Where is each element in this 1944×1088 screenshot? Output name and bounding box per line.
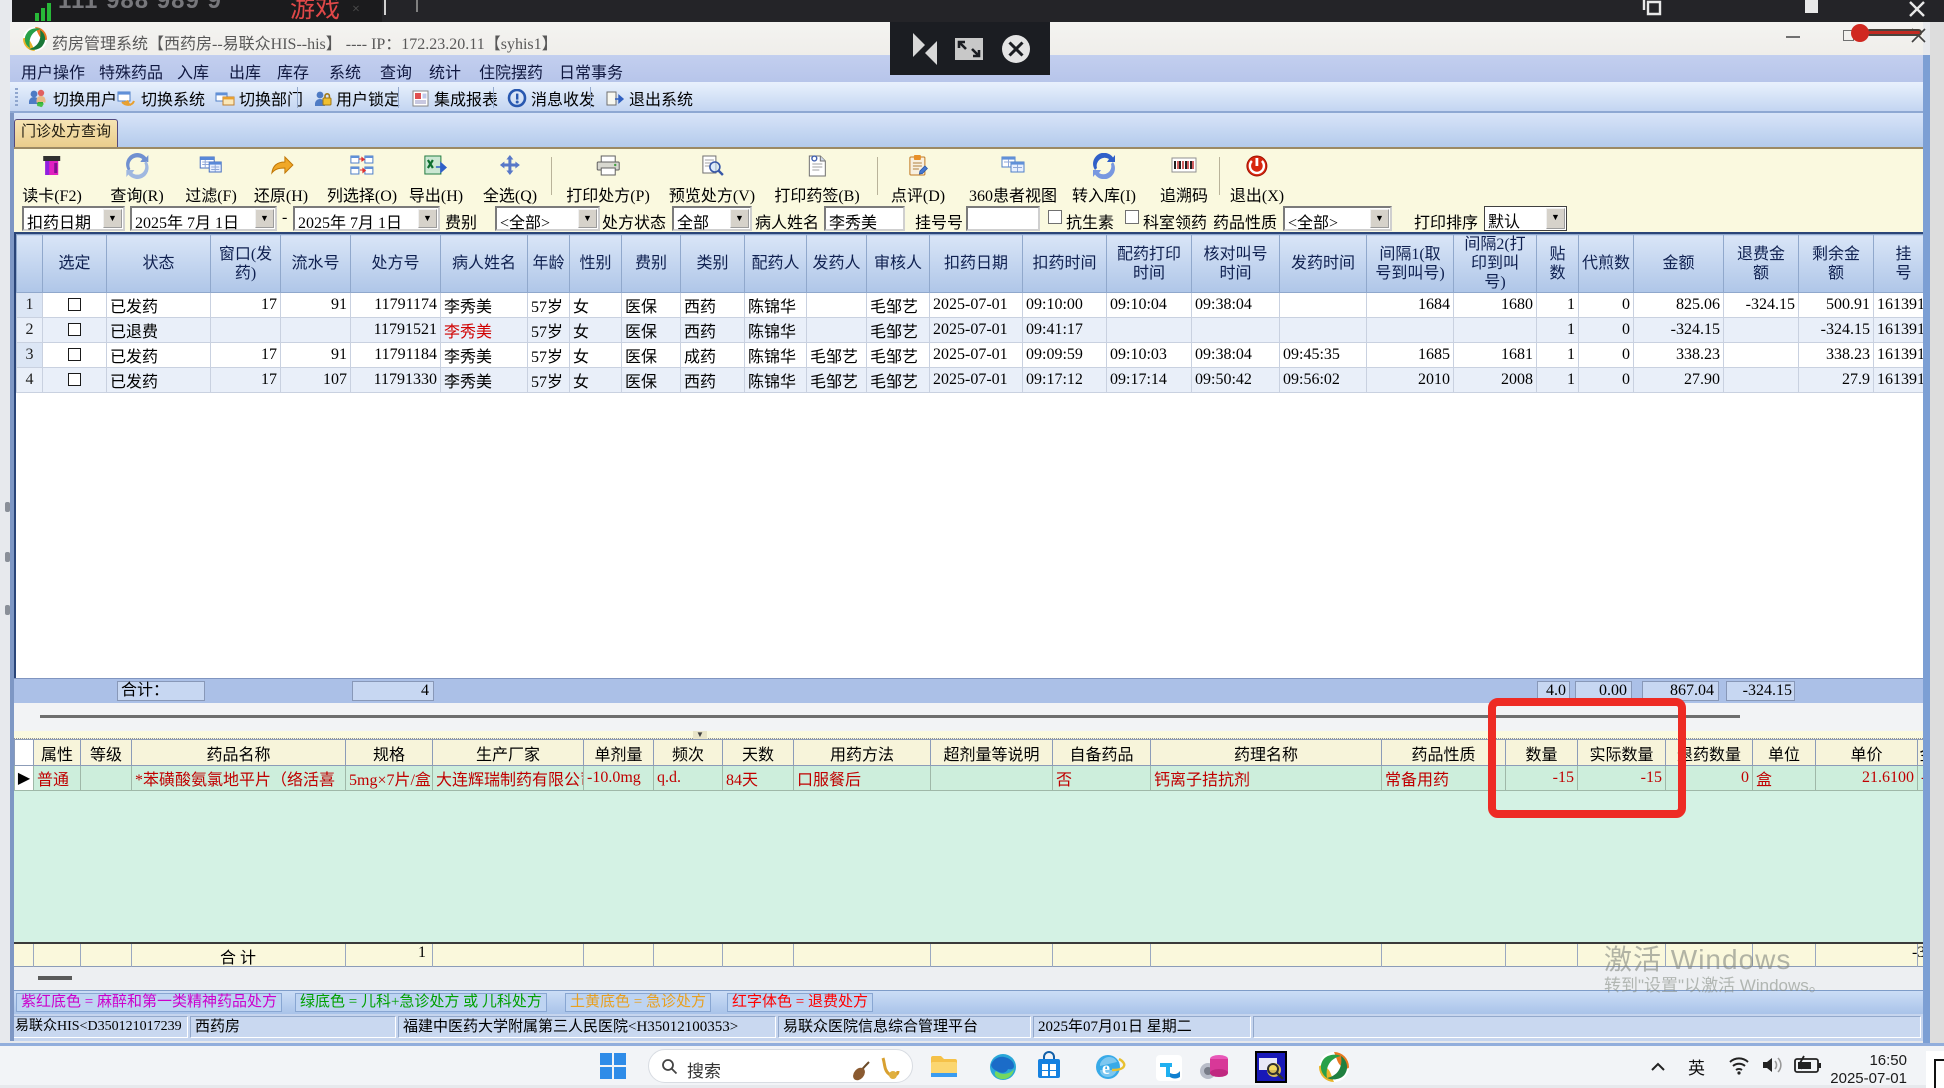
svg-text:e: e (1102, 1058, 1110, 1078)
